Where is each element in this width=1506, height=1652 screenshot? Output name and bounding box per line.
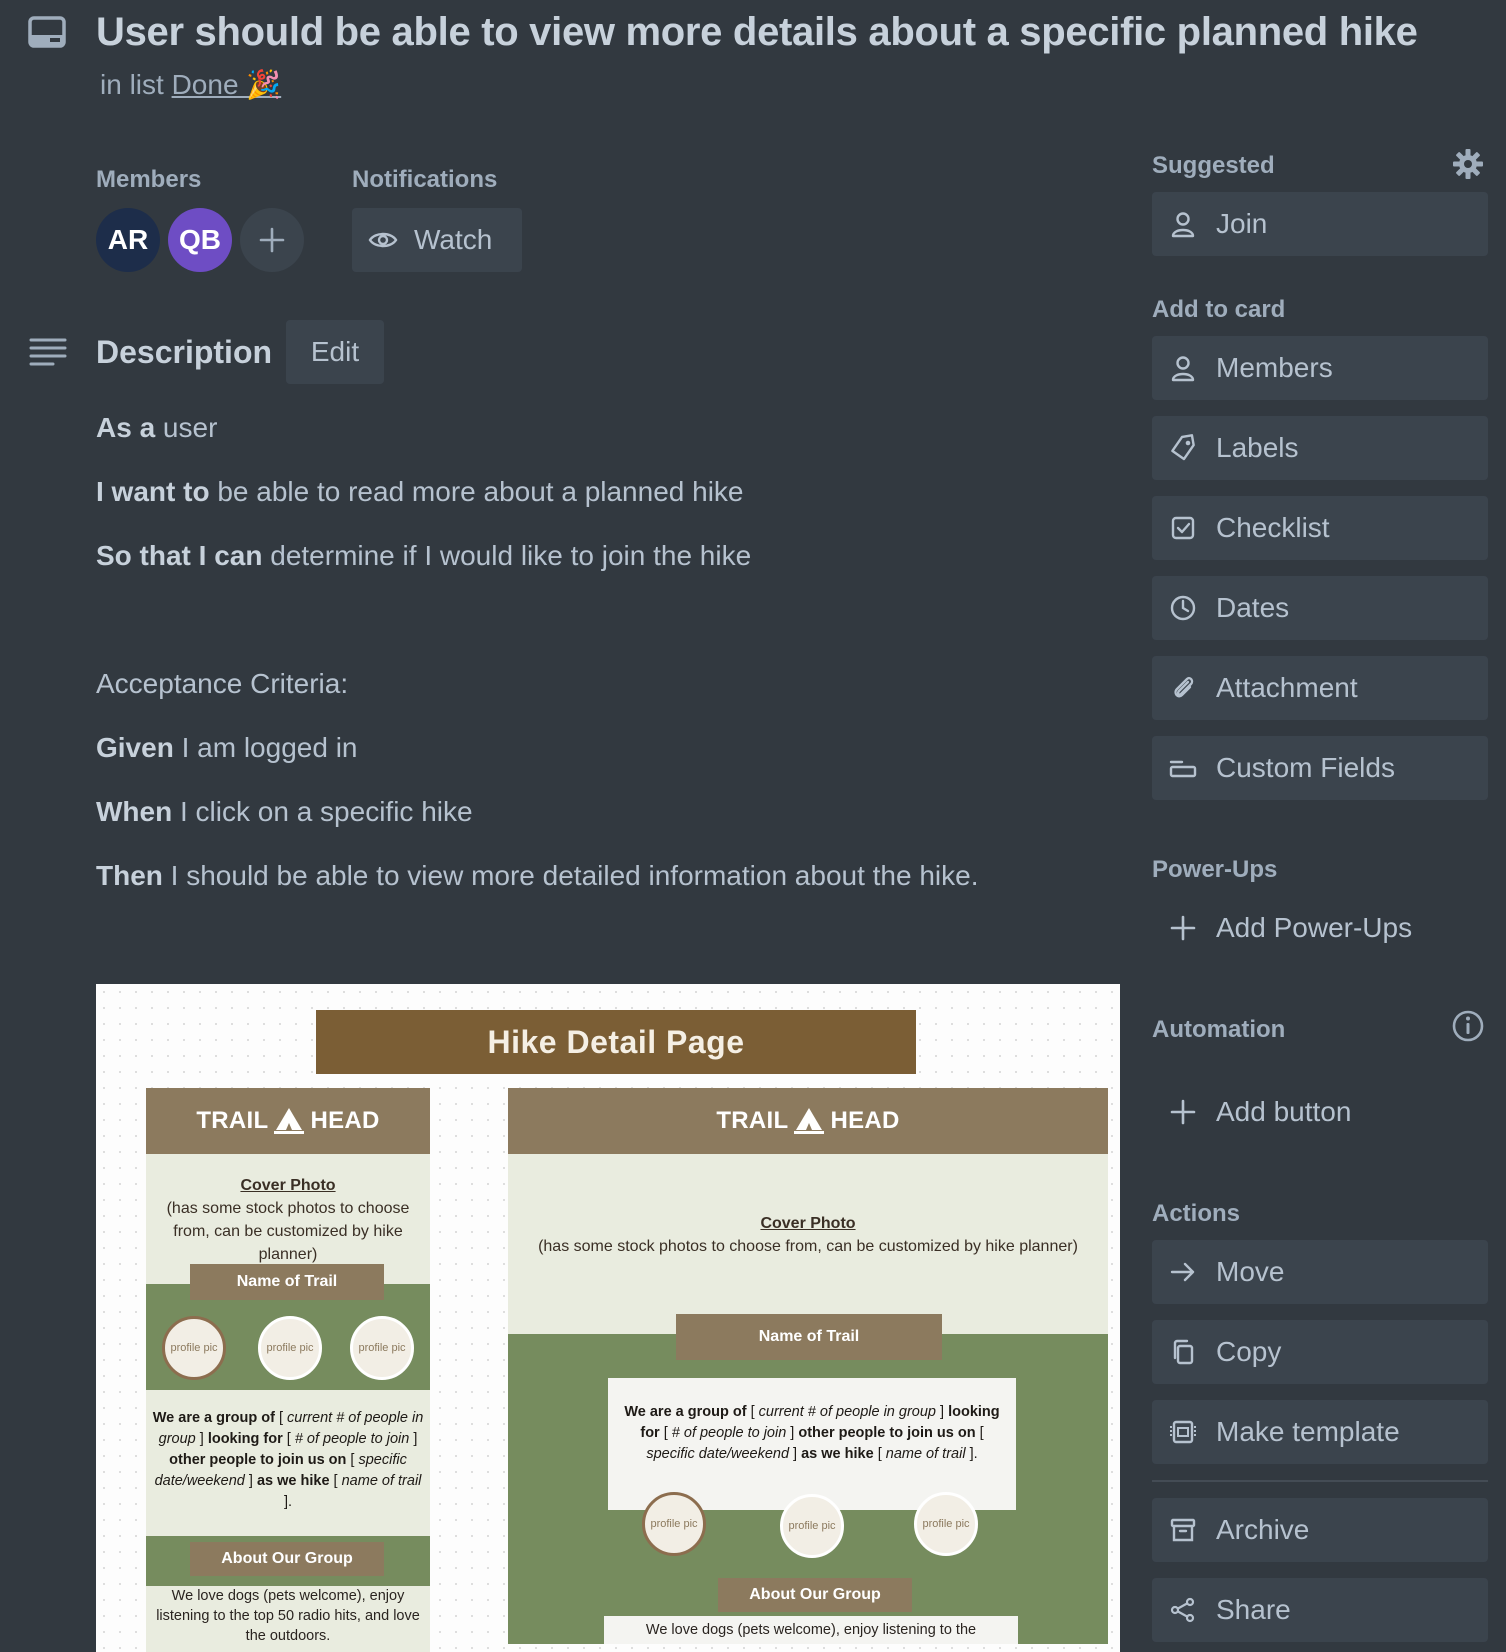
avatar[interactable]: QB (168, 208, 232, 272)
profile-pic-placeholder: profile pic (162, 1316, 226, 1380)
profile-pic-placeholder: profile pic (914, 1492, 978, 1556)
add-to-card-label: Add to card (1152, 296, 1286, 323)
attachment-button[interactable]: Attachment (1152, 656, 1488, 720)
tag-icon (1171, 434, 1195, 461)
custom-fields-button[interactable]: Custom Fields (1152, 736, 1488, 800)
description-line: So that I can determine if I would like … (96, 540, 752, 571)
actions-label: Actions (1152, 1200, 1241, 1227)
archive-button[interactable]: Archive (1152, 1498, 1488, 1562)
members-label: Members (96, 166, 202, 193)
watch-button[interactable]: Watch (352, 208, 522, 272)
about-group-tag: About Our Group (718, 1578, 912, 1612)
group-description-text: We are a group of [ current # of people … (624, 1404, 1000, 1462)
description-line: Acceptance Criteria: (96, 668, 349, 699)
plus-icon (1170, 915, 1196, 941)
name-of-trail-tag: Name of Trail (676, 1314, 942, 1360)
checklist-icon (1171, 516, 1195, 540)
dates-button[interactable]: Dates (1152, 576, 1488, 640)
info-icon[interactable] (1450, 1008, 1486, 1044)
mockup-phone-right: TRAIL HEAD Cover Photo (has some stock p… (508, 1088, 1108, 1644)
copy-icon (1173, 1339, 1194, 1365)
copy-button[interactable]: Copy (1152, 1320, 1488, 1384)
profile-pic-placeholder: profile pic (780, 1494, 844, 1558)
hike-detail-mockup-image[interactable]: Hike Detail Page TRAIL HEAD Cover Photo … (96, 984, 1120, 1652)
clock-icon (1170, 595, 1196, 621)
suggested-label: Suggested (1152, 152, 1275, 179)
plus-icon (259, 227, 285, 253)
members-button[interactable]: Members (1152, 336, 1488, 400)
profile-pic-placeholder: profile pic (258, 1316, 322, 1380)
in-list-text: in list Done 🎉 (100, 69, 282, 100)
description-line: As a user (96, 412, 218, 443)
description-title: Description (96, 334, 273, 370)
description-line: Given I am logged in (96, 732, 358, 763)
name-of-trail-tag: Name of Trail (190, 1264, 384, 1300)
template-icon (1170, 1420, 1196, 1444)
join-button[interactable]: Join (1152, 192, 1488, 256)
eye-icon (368, 232, 398, 248)
description-icon (28, 336, 68, 368)
make-template-button[interactable]: Make template (1152, 1400, 1488, 1464)
brand-header: TRAIL HEAD (146, 1088, 430, 1154)
share-button[interactable]: Share (1152, 1578, 1488, 1642)
plus-icon (1170, 1099, 1196, 1125)
add-member-button[interactable] (240, 208, 304, 272)
archive-icon (1170, 1518, 1196, 1542)
arrow-right-icon (1170, 1262, 1195, 1282)
add-powerups-button[interactable]: Add Power-Ups (1152, 896, 1488, 960)
cover-photo-text: Cover Photo (has some stock photos to ch… (166, 1177, 410, 1263)
labels-button[interactable]: Labels (1152, 416, 1488, 480)
notifications-label: Notifications (352, 166, 498, 193)
share-icon (1170, 1597, 1195, 1623)
about-group-text: We love dogs (pets welcome), enjoy liste… (156, 1588, 420, 1644)
person-icon (1171, 356, 1195, 382)
description-line: When I click on a specific hike (96, 796, 473, 827)
custom-fields-icon (1169, 760, 1197, 778)
about-group-text: We love dogs (pets welcome), enjoy liste… (645, 1622, 977, 1638)
card-title[interactable]: User should be able to view more details… (96, 10, 1418, 55)
edit-description-button[interactable]: Edit (286, 320, 384, 384)
paperclip-icon (1174, 676, 1194, 698)
group-description-text: We are a group of [ current # of people … (152, 1410, 424, 1510)
about-group-tag: About Our Group (190, 1542, 384, 1576)
description-line: I want to be able to read more about a p… (96, 476, 744, 507)
checklist-button[interactable]: Checklist (1152, 496, 1488, 560)
tent-icon (794, 1108, 825, 1134)
tent-icon (274, 1108, 305, 1134)
mockup-phone-left: TRAIL HEAD Cover Photo (has some stock p… (146, 1088, 430, 1652)
avatar[interactable]: AR (96, 208, 160, 272)
profile-pic-placeholder: profile pic (350, 1316, 414, 1380)
description-line: Then I should be able to view more detai… (96, 860, 979, 891)
person-icon (1171, 212, 1195, 238)
powerups-label: Power-Ups (1152, 856, 1278, 883)
sidebar-divider (1152, 1480, 1488, 1482)
mockup-banner: Hike Detail Page (316, 1010, 916, 1074)
move-button[interactable]: Move (1152, 1240, 1488, 1304)
card-icon (28, 16, 66, 48)
cover-photo-text: Cover Photo (has some stock photos to ch… (538, 1215, 1078, 1255)
automation-label: Automation (1152, 1016, 1286, 1043)
profile-pic-placeholder: profile pic (642, 1492, 706, 1556)
gear-icon[interactable] (1450, 146, 1486, 182)
list-link[interactable]: Done 🎉 (172, 69, 282, 100)
brand-header: TRAIL HEAD (508, 1088, 1108, 1154)
add-button-button[interactable]: Add button (1152, 1080, 1488, 1144)
